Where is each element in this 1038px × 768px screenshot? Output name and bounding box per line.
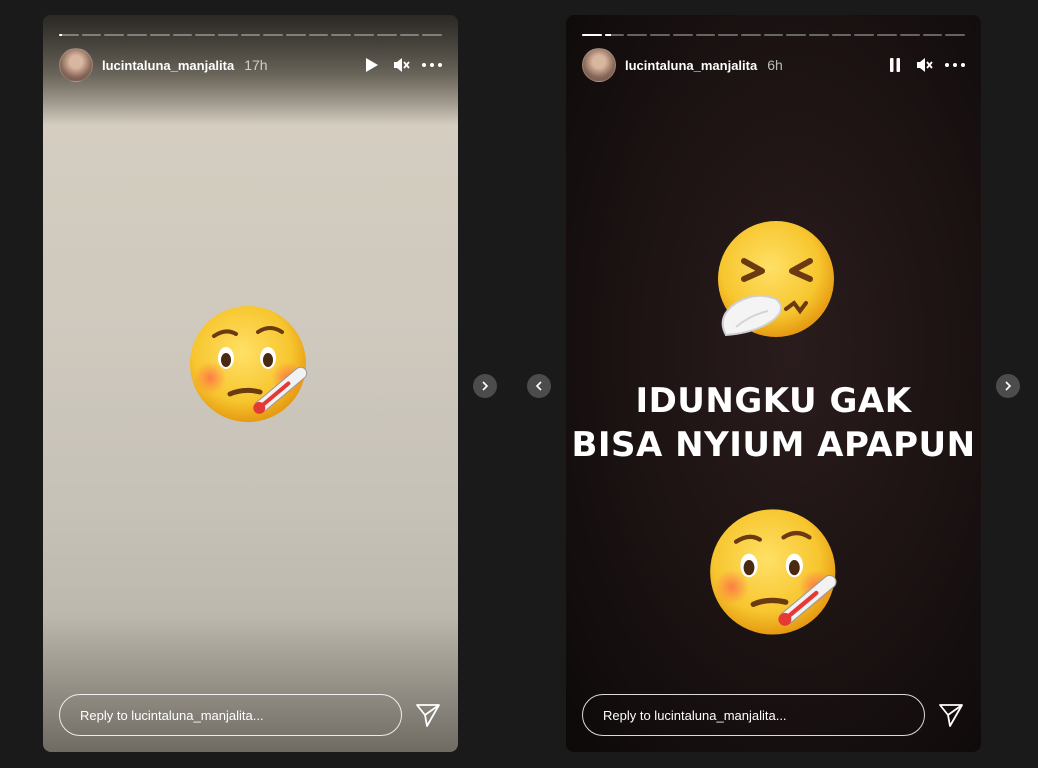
timestamp: 17h	[244, 57, 268, 73]
progress-segment	[376, 34, 397, 36]
progress-fill	[59, 34, 62, 36]
progress-fill	[582, 34, 602, 36]
progress-segment	[786, 34, 807, 36]
progress-segment	[604, 34, 625, 36]
progress-segment	[627, 34, 648, 36]
avatar[interactable]	[59, 48, 93, 82]
avatar[interactable]	[582, 48, 616, 82]
progress-segment	[331, 34, 352, 36]
progress-segment	[422, 34, 442, 36]
progress-segment	[240, 34, 261, 36]
send-icon[interactable]	[414, 701, 442, 729]
progress-segment	[945, 34, 965, 36]
story-header: lucintaluna_manjalita 6h	[582, 48, 965, 82]
progress-segment	[263, 34, 284, 36]
caption-line-2: BISA NYIUM APAPUN	[571, 425, 976, 465]
story-caption: IDUNGKU GAK BISA NYIUM APAPUN	[566, 379, 981, 467]
timestamp: 6h	[767, 57, 783, 73]
story-header: lucintaluna_manjalita 17h	[59, 48, 442, 82]
progress-segment	[831, 34, 852, 36]
progress-segment	[59, 34, 79, 36]
username[interactable]: lucintaluna_manjalita	[625, 58, 757, 73]
sneezing-face-emoji	[718, 221, 834, 337]
progress-segment	[740, 34, 761, 36]
story-progress-bar	[59, 34, 442, 36]
progress-segment	[763, 34, 784, 36]
progress-segment	[81, 34, 102, 36]
send-icon[interactable]	[937, 701, 965, 729]
progress-segment	[172, 34, 193, 36]
progress-segment	[695, 34, 716, 36]
story-left[interactable]: lucintaluna_manjalita 17h	[43, 15, 458, 752]
progress-segment	[217, 34, 238, 36]
progress-segment	[718, 34, 738, 36]
story-progress-bar	[582, 34, 965, 36]
chevron-right-icon	[1005, 381, 1012, 391]
progress-segment	[399, 34, 420, 36]
caption-line-1: IDUNGKU GAK	[635, 381, 912, 421]
play-icon[interactable]	[362, 55, 382, 75]
progress-segment	[899, 34, 920, 36]
next-story-button[interactable]	[996, 374, 1020, 398]
chevron-right-icon	[482, 381, 489, 391]
progress-segment	[286, 34, 306, 36]
more-options-icon[interactable]	[422, 55, 442, 75]
story-controls	[362, 55, 442, 75]
progress-segment	[809, 34, 829, 36]
previous-story-button[interactable]	[527, 374, 551, 398]
chevron-left-icon	[535, 381, 542, 391]
progress-segment	[308, 34, 329, 36]
reply-input[interactable]	[582, 694, 925, 736]
mute-icon[interactable]	[392, 55, 412, 75]
mute-icon[interactable]	[915, 55, 935, 75]
progress-segment	[877, 34, 897, 36]
pause-icon[interactable]	[885, 55, 905, 75]
progress-segment	[149, 34, 170, 36]
face-with-thermometer-emoji	[190, 306, 308, 422]
progress-segment	[854, 34, 875, 36]
progress-segment	[354, 34, 374, 36]
reply-bar	[59, 693, 442, 737]
progress-segment	[195, 34, 215, 36]
progress-segment	[672, 34, 693, 36]
more-options-icon[interactable]	[945, 55, 965, 75]
progress-segment	[582, 34, 602, 36]
reply-input[interactable]	[59, 694, 402, 736]
username[interactable]: lucintaluna_manjalita	[102, 58, 234, 73]
next-story-button[interactable]	[473, 374, 497, 398]
face-with-thermometer-emoji	[710, 509, 837, 635]
progress-segment	[127, 34, 147, 36]
progress-segment	[104, 34, 125, 36]
progress-segment	[922, 34, 943, 36]
progress-segment	[650, 34, 670, 36]
progress-fill	[604, 34, 611, 36]
story-controls	[885, 55, 965, 75]
reply-bar	[582, 693, 965, 737]
story-right[interactable]: lucintaluna_manjalita 6h IDUNGKU GAK BIS…	[566, 15, 981, 752]
